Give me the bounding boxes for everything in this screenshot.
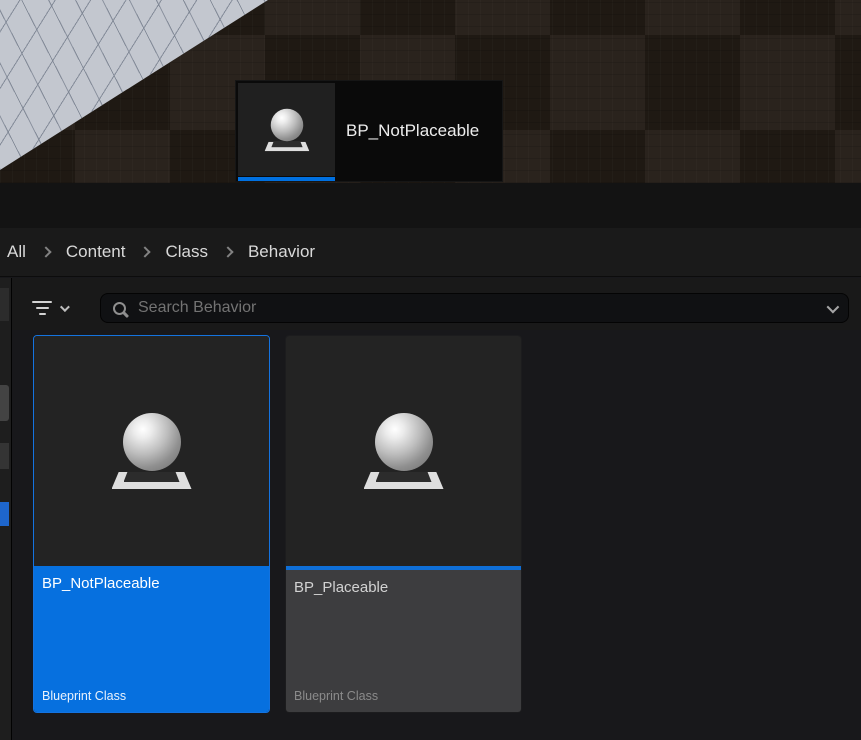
pedestal-base bbox=[364, 472, 444, 489]
search-icon bbox=[113, 302, 126, 315]
drag-preview-thumbnail bbox=[238, 83, 335, 176]
chevron-right-icon bbox=[222, 246, 233, 257]
sphere-shape bbox=[270, 108, 302, 140]
unreal-editor-window: BP_NotPlaceable All Content Class Behavi… bbox=[0, 0, 861, 740]
sources-item[interactable] bbox=[0, 288, 9, 321]
search-bar bbox=[100, 293, 849, 323]
sources-panel-sliver bbox=[0, 278, 12, 740]
chevron-right-icon bbox=[40, 246, 51, 257]
pedestal-base bbox=[112, 472, 192, 489]
filter-icon bbox=[32, 301, 52, 315]
breadcrumb-item-class[interactable]: Class bbox=[163, 238, 210, 266]
asset-info: BP_NotPlaceable Blueprint Class bbox=[34, 566, 269, 712]
asset-type-label: Blueprint Class bbox=[34, 689, 269, 712]
level-viewport[interactable]: BP_NotPlaceable bbox=[0, 0, 861, 183]
asset-thumbnail bbox=[34, 336, 269, 566]
blueprint-sphere-icon bbox=[362, 413, 446, 489]
chevron-right-icon bbox=[140, 246, 151, 257]
asset-tile-bp-placeable[interactable]: BP_Placeable Blueprint Class bbox=[285, 335, 522, 713]
breadcrumb-item-all[interactable]: All bbox=[5, 238, 28, 266]
asset-info: BP_Placeable Blueprint Class bbox=[286, 570, 521, 712]
sources-item[interactable] bbox=[0, 385, 9, 421]
pedestal-base bbox=[264, 141, 309, 151]
sources-item[interactable] bbox=[0, 443, 9, 469]
asset-type-label: Blueprint Class bbox=[286, 689, 521, 712]
asset-tile-bp-notplaceable[interactable]: BP_NotPlaceable Blueprint Class bbox=[33, 335, 270, 713]
breadcrumb: All Content Class Behavior bbox=[0, 228, 861, 277]
drag-preview-label: BP_NotPlaceable bbox=[346, 81, 479, 181]
search-input[interactable] bbox=[136, 298, 817, 318]
sphere-shape bbox=[375, 413, 433, 471]
asset-name: BP_Placeable bbox=[286, 570, 521, 596]
filters-button[interactable] bbox=[32, 294, 67, 322]
asset-type-color-stripe bbox=[238, 177, 335, 181]
pedestal-base-inner bbox=[376, 472, 432, 482]
breadcrumb-item-content[interactable]: Content bbox=[64, 238, 128, 266]
asset-name: BP_NotPlaceable bbox=[34, 566, 269, 592]
asset-thumbnail bbox=[286, 336, 521, 566]
pedestal-base-inner bbox=[124, 472, 180, 482]
saved-search-chevron-icon[interactable] bbox=[827, 300, 840, 313]
drag-preview[interactable]: BP_NotPlaceable bbox=[235, 80, 503, 182]
breadcrumb-item-behavior[interactable]: Behavior bbox=[246, 238, 317, 266]
toolbar-band bbox=[0, 183, 861, 228]
blueprint-sphere-icon bbox=[110, 413, 194, 489]
sources-item-selected[interactable] bbox=[0, 502, 9, 526]
sphere-shape bbox=[123, 413, 181, 471]
blueprint-sphere-icon bbox=[263, 108, 310, 151]
pedestal-base-inner bbox=[271, 141, 302, 147]
